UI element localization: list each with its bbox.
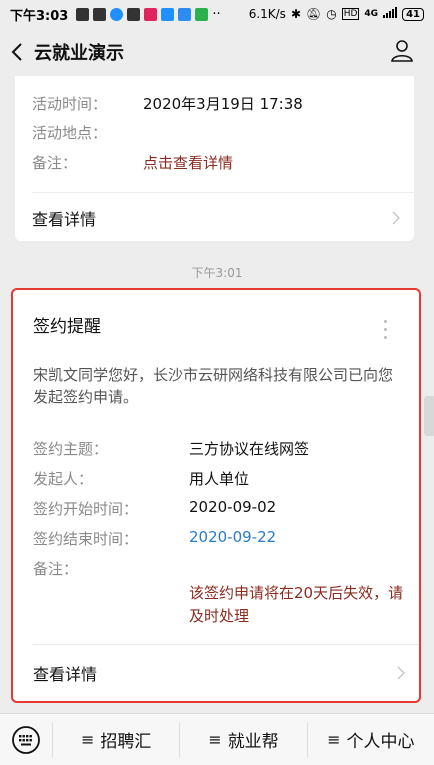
keyboard-toggle-button[interactable] bbox=[0, 725, 52, 755]
row-label: 发起人： bbox=[33, 470, 94, 488]
chevron-right-icon bbox=[397, 666, 405, 680]
menu-item-employment-help[interactable]: ≡ 就业帮 bbox=[179, 721, 306, 758]
scroll-indicator[interactable] bbox=[424, 396, 434, 436]
row-value: 三方协议在线网签 bbox=[189, 440, 310, 458]
upload-icon bbox=[127, 7, 141, 21]
row-label: 活动地点： bbox=[32, 124, 108, 142]
signal-bars-icon bbox=[383, 7, 398, 21]
menu-item-label: 招聘汇 bbox=[100, 732, 152, 752]
profile-button[interactable] bbox=[390, 38, 414, 66]
qq-icon bbox=[110, 7, 124, 21]
more-options-button[interactable] bbox=[384, 320, 387, 339]
bluetooth-icon: ✱ bbox=[290, 7, 301, 21]
menu-icon: ≡ bbox=[80, 730, 95, 749]
row-label: 备注： bbox=[32, 154, 78, 172]
view-details-button[interactable]: 查看详情 bbox=[33, 645, 419, 701]
app-icon bbox=[178, 7, 192, 21]
end-date-link[interactable]: 2020-09-22 bbox=[189, 528, 276, 546]
row-label: 签约开始时间： bbox=[33, 500, 139, 518]
bottom-menu-bar: ≡ 招聘汇 ≡ 就业帮 ≡ 个人中心 bbox=[0, 713, 434, 765]
network-speed: 6.1K/s bbox=[248, 7, 286, 21]
app-icon bbox=[144, 7, 158, 21]
chevron-right-icon bbox=[392, 211, 400, 225]
view-details-label: 查看详情 bbox=[33, 665, 98, 684]
app-icon bbox=[161, 7, 175, 21]
remark-link[interactable]: 点击查看详情 bbox=[143, 152, 233, 173]
chevron-left-icon bbox=[11, 43, 22, 61]
dot bbox=[384, 328, 387, 331]
status-right: 6.1K/s ✱ 🔕︎ ◷ HD 4G 41 bbox=[249, 7, 424, 21]
message-icon bbox=[76, 7, 90, 21]
row-value: 2020-09-02 bbox=[189, 498, 277, 516]
status-time: 下午3:03 bbox=[10, 8, 69, 24]
status-bar: 下午3:03 ·· 6.1K/s ✱ 🔕︎ ◷ HD 4G 41 bbox=[0, 0, 434, 28]
row-label: 活动时间： bbox=[32, 95, 108, 113]
sign-reminder-card[interactable]: 签约提醒 宋凯文同学您好，长沙市云研网络科技有限公司已向您发起签约申请。 签约主… bbox=[11, 288, 421, 703]
app-icon bbox=[195, 7, 209, 21]
menu-item-recruitment[interactable]: ≡ 招聘汇 bbox=[52, 721, 179, 758]
chat-area[interactable]: 活动时间： 2020年3月19日 17:38 活动地点： 备注： 点击查看详情 … bbox=[0, 76, 434, 704]
activity-card[interactable]: 活动时间： 2020年3月19日 17:38 活动地点： 备注： 点击查看详情 … bbox=[15, 76, 414, 241]
menu-icon: ≡ bbox=[208, 730, 222, 749]
menu-item-label: 就业帮 bbox=[227, 732, 279, 752]
keyboard-icon bbox=[12, 725, 40, 754]
message-timestamp: 下午3:01 bbox=[191, 266, 243, 280]
mute-icon: 🔕︎ bbox=[306, 7, 322, 21]
back-button[interactable] bbox=[0, 42, 34, 62]
menu-item-personal-center[interactable]: ≡ 个人中心 bbox=[306, 721, 434, 758]
view-details-button[interactable]: 查看详情 bbox=[32, 193, 414, 243]
status-left: 下午3:03 ·· bbox=[10, 5, 221, 24]
card-title: 签约提醒 bbox=[33, 317, 101, 337]
hd-icon: HD bbox=[341, 8, 360, 20]
row-value: 用人单位 bbox=[189, 470, 250, 488]
signal-icon: 4G bbox=[364, 9, 379, 19]
sign-intro-text: 宋凯文同学您好，长沙市云研网络科技有限公司已向您发起签约申请。 bbox=[33, 366, 394, 406]
nav-bar: 云就业演示 bbox=[0, 28, 434, 76]
battery-icon: 41 bbox=[402, 7, 424, 21]
row-label: 备注： bbox=[33, 560, 79, 578]
row-value: 2020年3月19日 17:38 bbox=[143, 95, 303, 113]
dot bbox=[384, 320, 387, 323]
row-label: 签约结束时间： bbox=[33, 530, 139, 548]
alarm-icon: ◷ bbox=[326, 7, 337, 21]
menu-icon: ≡ bbox=[327, 730, 341, 749]
menu-item-label: 个人中心 bbox=[346, 732, 415, 752]
row-label: 签约主题： bbox=[33, 440, 109, 458]
more-notifications-icon: ·· bbox=[212, 6, 221, 22]
message-icon bbox=[93, 7, 107, 21]
page-title: 云就业演示 bbox=[34, 43, 124, 64]
expiry-note: 该签约申请将在20天后失效，请及时处理 bbox=[189, 584, 404, 625]
person-icon bbox=[391, 40, 413, 62]
view-details-label: 查看详情 bbox=[32, 210, 97, 229]
dot bbox=[384, 336, 387, 339]
